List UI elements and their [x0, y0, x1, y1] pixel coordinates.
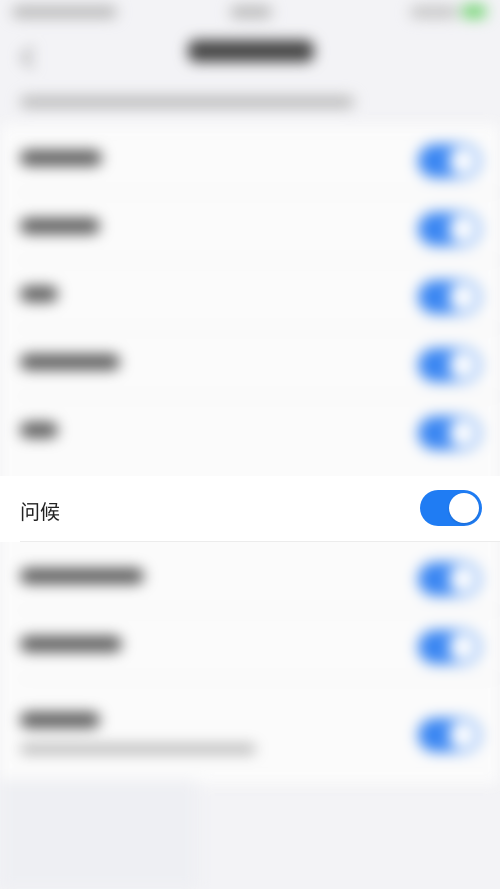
footer-area: [0, 780, 198, 889]
row-subtitle: [20, 744, 256, 754]
list-item: [0, 610, 500, 678]
row-label: [20, 422, 58, 438]
settings-list: [0, 124, 500, 784]
toggle-switch[interactable]: [418, 416, 480, 450]
back-icon[interactable]: [20, 46, 43, 69]
clock: [230, 6, 272, 18]
toggle-switch[interactable]: [418, 144, 480, 178]
row-label: [20, 354, 120, 370]
list-item: [0, 328, 500, 396]
toggle-switch[interactable]: [418, 718, 480, 752]
toggle-switch[interactable]: [418, 348, 480, 382]
page-title: [188, 40, 314, 62]
toggle-knob: [449, 493, 479, 523]
row-label: [20, 218, 100, 234]
row-label: [20, 712, 100, 728]
row-label: [20, 568, 144, 584]
divider: [20, 541, 500, 542]
toggle-switch[interactable]: [418, 562, 480, 596]
greeting-toggle[interactable]: [420, 490, 482, 526]
blurred-background: [0, 0, 500, 889]
list-item: [0, 396, 500, 464]
greeting-label: 问候: [20, 500, 60, 524]
list-item: [0, 124, 500, 192]
list-item: [0, 192, 500, 260]
section-hint: [20, 96, 354, 108]
toggle-switch[interactable]: [418, 212, 480, 246]
list-item: [0, 260, 500, 328]
toggle-switch[interactable]: [418, 630, 480, 664]
status-bar: [0, 0, 500, 26]
status-icons: [410, 6, 458, 18]
toggle-switch[interactable]: [418, 280, 480, 314]
navigation-bar: [0, 26, 500, 84]
list-item: [0, 690, 500, 780]
row-label: [20, 286, 58, 302]
greeting-setting-row[interactable]: 问候: [0, 476, 500, 542]
row-label: [20, 150, 102, 166]
list-item: [0, 542, 500, 610]
divider: [20, 678, 500, 679]
carrier-indicator: [12, 6, 117, 18]
row-label: [20, 636, 122, 652]
battery-icon: [462, 5, 486, 18]
